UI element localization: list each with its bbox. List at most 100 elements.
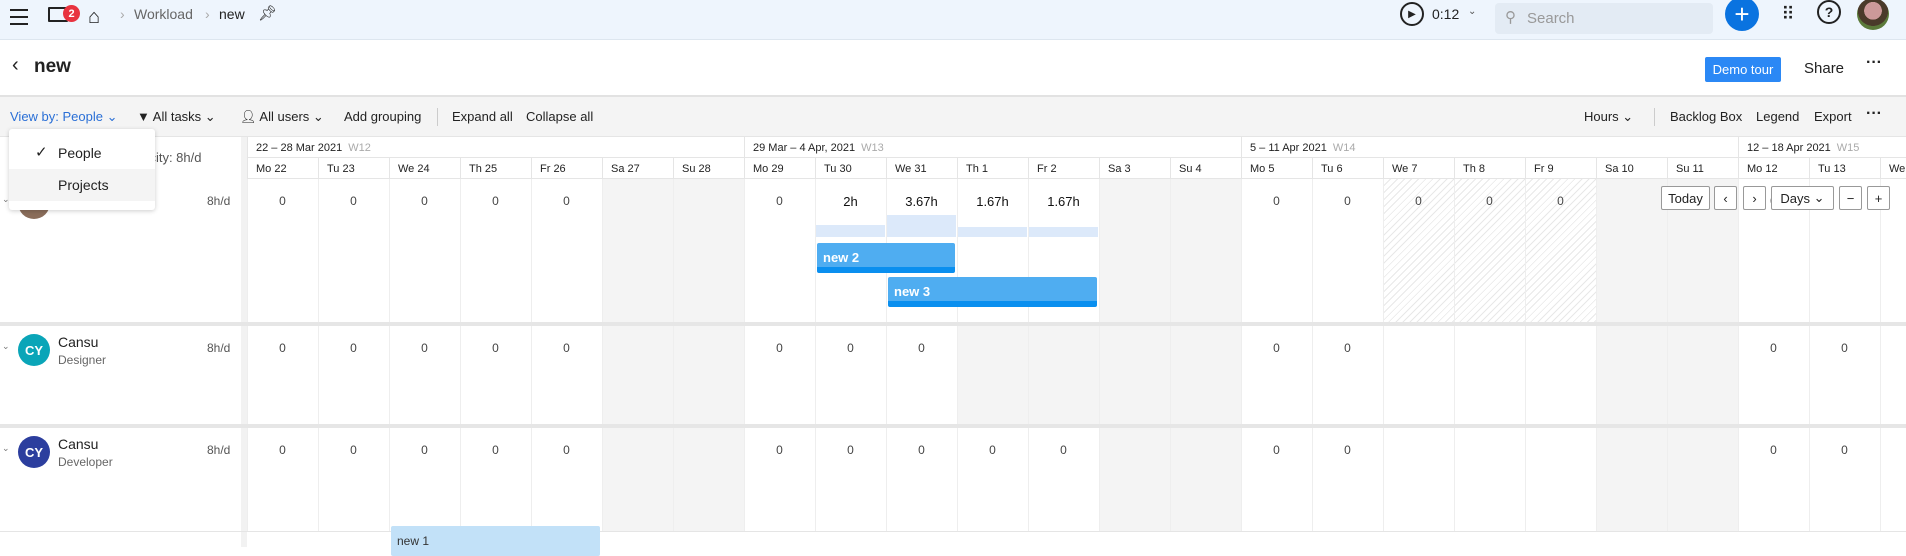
task-bar[interactable]: new 2 [817,243,955,273]
person-name[interactable]: Cansu [58,334,98,350]
collapse-all-button[interactable]: Collapse all [526,109,593,124]
day-header: We 31 [886,158,957,179]
day-cell[interactable] [1596,326,1667,424]
legend-button[interactable]: Legend [1756,109,1799,124]
day-cell[interactable] [1383,428,1454,531]
day-cell[interactable] [602,179,673,322]
help-icon[interactable]: ? [1817,0,1841,24]
week-label: 22 – 28 Mar 2021 [256,142,343,154]
capacity-value: 8h/d [207,341,231,355]
hours-value: 0 [1486,194,1493,208]
today-button[interactable]: Today [1661,186,1710,210]
day-cell[interactable] [1454,428,1525,531]
day-header: Mo 22 [247,158,318,179]
demo-tour-button[interactable]: Demo tour [1705,57,1781,82]
user-avatar[interactable] [1857,0,1889,30]
breadcrumb-separator: › [205,6,210,22]
zoom-out-button[interactable]: − [1839,186,1862,210]
day-cell[interactable] [1525,326,1596,424]
hours-value: 0 [1273,194,1280,208]
back-icon[interactable]: ‹ [12,54,19,77]
hours-value: 0 [350,443,357,457]
day-cell[interactable] [1028,326,1099,424]
hours-value: 0 [918,341,925,355]
prev-button[interactable]: ‹ [1714,186,1737,210]
day-header: Fr 2 [1028,158,1099,179]
next-button[interactable]: › [1743,186,1766,210]
hours-value: 0 [1344,443,1351,457]
day-cell[interactable] [1099,428,1170,531]
menu-item-projects[interactable]: Projects [9,169,155,201]
filter-icon: ▼ [137,109,150,124]
toolbar-more-icon[interactable]: ··· [1866,105,1882,123]
share-button[interactable]: Share [1804,60,1844,77]
hours-value: 0 [421,443,428,457]
collapse-chevron-icon[interactable]: ⌄ [2,443,10,454]
day-cell[interactable] [1170,326,1241,424]
day-header: Th 25 [460,158,531,179]
day-cell[interactable] [1099,179,1170,322]
top-bar: 2 ⌂ › Workload › new 📌︎ ▶ 0:12 ⌄ ⚲ Search… [0,0,1906,40]
view-by-dropdown[interactable]: View by: People ⌄ [10,109,118,125]
expand-all-button[interactable]: Expand all [452,109,513,124]
hours-value: 0 [279,443,286,457]
day-cell[interactable] [673,179,744,322]
zoom-in-button[interactable]: + [1867,186,1890,210]
task-bar[interactable]: new 1 [391,526,600,556]
timer-chevron-icon[interactable]: ⌄ [1468,6,1476,17]
load-bar [887,215,956,237]
search-input[interactable]: ⚲ Search [1495,3,1713,34]
person-name[interactable]: Cansu [58,436,98,452]
breadcrumb-workload[interactable]: Workload [134,6,193,22]
play-timer-icon[interactable]: ▶ [1400,2,1424,26]
day-header: We 24 [389,158,460,179]
pin-icon[interactable]: 📌︎ [258,4,277,22]
day-cell[interactable] [1596,428,1667,531]
all-tasks-filter[interactable]: ▼ All tasks ⌄ [137,109,216,125]
backlog-box-button[interactable]: Backlog Box [1670,109,1742,124]
hours-value: 0 [1344,341,1351,355]
task-bar[interactable]: new 3 [888,277,1097,307]
add-button[interactable]: + [1725,0,1759,31]
day-cell[interactable] [1667,428,1738,531]
hours-value: 1.67h [976,194,1009,209]
day-cell[interactable] [673,428,744,531]
hours-value: 0 [1841,341,1848,355]
home-icon[interactable]: ⌂ [88,6,100,29]
day-header: We 7 [1383,158,1454,179]
title-row: ‹ new Demo tour Share ··· [0,40,1906,97]
day-cell[interactable] [1880,428,1906,531]
day-cell[interactable] [602,428,673,531]
day-header: Tu 30 [815,158,886,179]
day-cell[interactable] [957,326,1028,424]
day-cell[interactable] [1170,428,1241,531]
day-cell[interactable] [1667,326,1738,424]
load-bar [1029,227,1098,237]
hours-value: 0 [847,443,854,457]
day-cell[interactable] [1454,326,1525,424]
day-cell[interactable] [1383,326,1454,424]
menu-icon[interactable] [10,9,28,25]
day-header: Tu 23 [318,158,389,179]
more-icon[interactable]: ··· [1866,54,1882,72]
day-cell[interactable] [1170,179,1241,322]
export-button[interactable]: Export [1814,109,1852,124]
day-cell[interactable] [1596,179,1667,322]
week-label: 29 Mar – 4 Apr, 2021 [753,142,856,154]
day-cell[interactable] [673,326,744,424]
apps-grid-icon[interactable]: ⠿ [1770,0,1804,31]
hours-value: 0 [847,341,854,355]
day-cell[interactable] [602,326,673,424]
scale-dropdown[interactable]: Days ⌄ [1771,186,1834,210]
hours-value: 0 [350,194,357,208]
day-cell[interactable] [1525,428,1596,531]
hours-value: 0 [279,194,286,208]
week-label: 5 – 11 Apr 2021 [1250,142,1327,154]
hours-dropdown[interactable]: Hours ⌄ [1584,109,1633,125]
day-cell[interactable] [1880,326,1906,424]
add-grouping-button[interactable]: Add grouping [344,109,421,124]
day-cell[interactable] [1099,326,1170,424]
all-users-filter[interactable]: 👤︎ All users ⌄ [240,109,324,125]
menu-item-people[interactable]: ✓ People [9,137,155,169]
collapse-chevron-icon[interactable]: ⌄ [2,341,10,352]
